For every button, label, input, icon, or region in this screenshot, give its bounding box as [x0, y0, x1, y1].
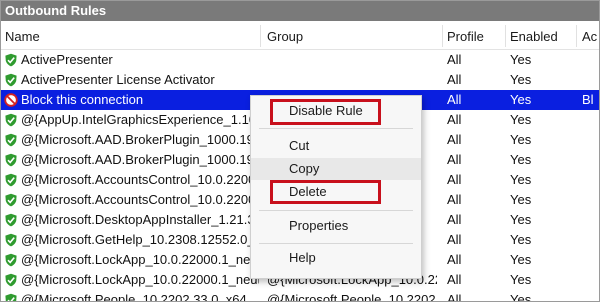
column-header-enabled[interactable]: Enabled	[510, 29, 558, 44]
column-divider[interactable]	[260, 25, 261, 47]
allow-rule-icon	[5, 193, 17, 207]
rule-profile: All	[447, 192, 462, 207]
highlight-box-delete	[270, 180, 381, 204]
menu-separator	[259, 128, 413, 129]
column-header-action[interactable]: Ac	[582, 29, 597, 44]
allow-rule-icon	[5, 293, 17, 301]
rule-profile: All	[447, 72, 462, 87]
rule-enabled: Yes	[510, 232, 532, 247]
rule-name: @{Microsoft.LockApp_10.0.22000.1_neutral	[21, 252, 259, 267]
table-row[interactable]: ActivePresenter All Yes	[1, 50, 599, 70]
menu-item-label: Help	[289, 250, 316, 265]
column-header-profile[interactable]: Profile	[447, 29, 484, 44]
menu-separator	[259, 243, 413, 244]
rule-profile: All	[447, 232, 462, 247]
column-divider[interactable]	[576, 25, 577, 47]
menu-separator	[259, 210, 413, 211]
rule-name: @{Microsoft.People_10.2202.33.0_x64__8we	[21, 292, 259, 302]
allow-rule-icon	[5, 233, 17, 247]
menu-item-cut[interactable]: Cut	[251, 135, 421, 157]
rule-enabled: Yes	[510, 212, 532, 227]
allow-rule-icon	[5, 213, 17, 227]
menu-item-properties[interactable]: Properties	[251, 215, 421, 237]
rule-enabled: Yes	[510, 92, 532, 107]
column-divider[interactable]	[505, 25, 506, 47]
rule-profile: All	[447, 292, 462, 302]
allow-rule-icon	[5, 113, 17, 127]
allow-rule-icon	[5, 133, 17, 147]
rule-enabled: Yes	[510, 152, 532, 167]
column-header-name[interactable]: Name	[5, 29, 40, 44]
allow-rule-icon	[5, 173, 17, 187]
rule-name: @{Microsoft.AAD.BrokerPlugin_1000.19580	[21, 152, 259, 167]
menu-item-help[interactable]: Help	[251, 247, 421, 269]
allow-rule-icon	[5, 73, 17, 87]
rule-enabled: Yes	[510, 272, 532, 287]
rule-profile: All	[447, 272, 462, 287]
outbound-rules-window: Outbound Rules Name Group Profile Enable…	[0, 0, 600, 302]
block-rule-icon	[4, 93, 18, 107]
menu-item-label: Properties	[289, 218, 349, 233]
allow-rule-icon	[5, 53, 17, 67]
rule-name: @{Microsoft.DesktopAppInstaller_1.21.348	[21, 212, 259, 227]
table-row[interactable]: ActivePresenter License Activator All Yes	[1, 70, 599, 90]
highlight-box-disable-rule	[270, 99, 381, 125]
rule-name: Block this connection	[21, 92, 144, 107]
column-header-row: Name Group Profile Enabled Ac	[1, 23, 599, 50]
rule-action: Bl	[582, 92, 594, 107]
rule-profile: All	[447, 212, 462, 227]
rule-enabled: Yes	[510, 172, 532, 187]
rule-enabled: Yes	[510, 292, 532, 302]
allow-rule-icon	[5, 253, 17, 267]
panel-title: Outbound Rules	[1, 1, 599, 21]
rule-enabled: Yes	[510, 252, 532, 267]
rule-name: @{Microsoft.AccountsControl_10.0.22000.1	[21, 172, 259, 187]
rule-profile: All	[447, 52, 462, 67]
rule-enabled: Yes	[510, 112, 532, 127]
allow-rule-icon	[5, 153, 17, 167]
rule-profile: All	[447, 172, 462, 187]
allow-rule-icon	[5, 273, 17, 287]
rule-profile: All	[447, 152, 462, 167]
rule-enabled: Yes	[510, 192, 532, 207]
rule-name: @{Microsoft.AccountsControl_10.0.22000.1	[21, 192, 259, 207]
rule-group: @{Microsoft.People_10.2202.33.0_x6	[267, 292, 437, 302]
rule-name: @{Microsoft.LockApp_10.0.22000.1_neutral	[21, 272, 259, 287]
rule-profile: All	[447, 252, 462, 267]
rule-enabled: Yes	[510, 132, 532, 147]
rule-name: @{Microsoft.AAD.BrokerPlugin_1000.19580	[21, 132, 259, 147]
menu-item-label: Copy	[289, 161, 320, 176]
menu-item-label: Cut	[289, 138, 310, 153]
rule-profile: All	[447, 112, 462, 127]
rule-enabled: Yes	[510, 72, 532, 87]
rule-name: @{Microsoft.GetHelp_10.2308.12552.0_x64_	[21, 232, 259, 247]
rule-profile: All	[447, 92, 462, 107]
menu-item-copy[interactable]: Copy	[251, 158, 421, 180]
column-header-group[interactable]: Group	[267, 29, 303, 44]
rule-name: @{AppUp.IntelGraphicsExperience_1.100.5.	[21, 112, 259, 127]
rule-name: ActivePresenter	[21, 52, 113, 67]
table-row[interactable]: @{Microsoft.People_10.2202.33.0_x64__8we…	[1, 290, 599, 302]
rule-profile: All	[447, 132, 462, 147]
column-divider[interactable]	[442, 25, 443, 47]
rule-name: ActivePresenter License Activator	[21, 72, 215, 87]
rule-enabled: Yes	[510, 52, 532, 67]
